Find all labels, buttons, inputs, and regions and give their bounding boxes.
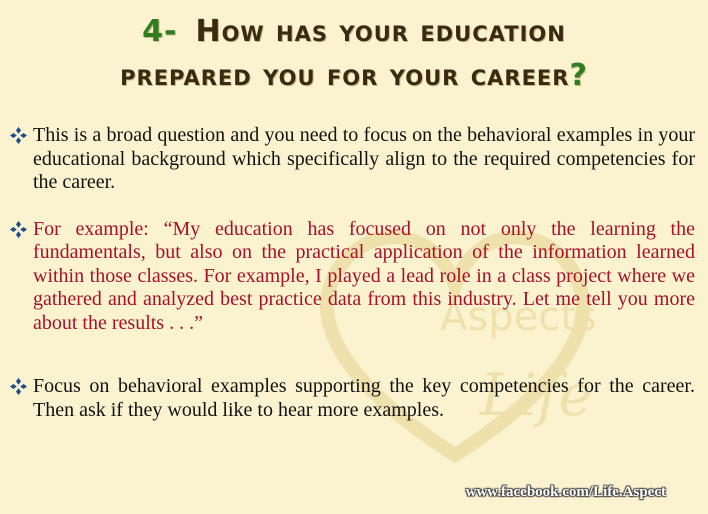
title-text-line-2: prepared you for your career <box>120 58 570 93</box>
bullet-list: This is a broad question and you need to… <box>8 124 695 422</box>
title-line-1: 4- How has your education <box>0 10 708 54</box>
bullet-text: Focus on behavioral examples supporting … <box>33 375 695 421</box>
title-number: 4- <box>142 14 178 49</box>
title-question-mark: ? <box>569 58 588 93</box>
four-diamond-bullet-icon <box>10 220 27 238</box>
bullet-item: Focus on behavioral examples supporting … <box>8 375 695 422</box>
four-diamond-bullet-icon <box>10 127 27 144</box>
bullet-text-example: For example: “My education has focused o… <box>33 217 695 334</box>
four-diamond-bullet-icon <box>10 378 27 395</box>
title-line-2: prepared you for your career? <box>0 54 708 98</box>
title-text-line-1: How has your education <box>195 14 566 49</box>
bullet-item-example: For example: “My education has focused o… <box>8 218 695 336</box>
bullet-text: This is a broad question and you need to… <box>33 124 695 193</box>
slide-title: 4- How has your education prepared you fo… <box>0 10 708 98</box>
facebook-url-watermark: www.facebook.com/Life.Aspect <box>465 484 666 500</box>
bullet-item: This is a broad question and you need to… <box>8 124 695 195</box>
